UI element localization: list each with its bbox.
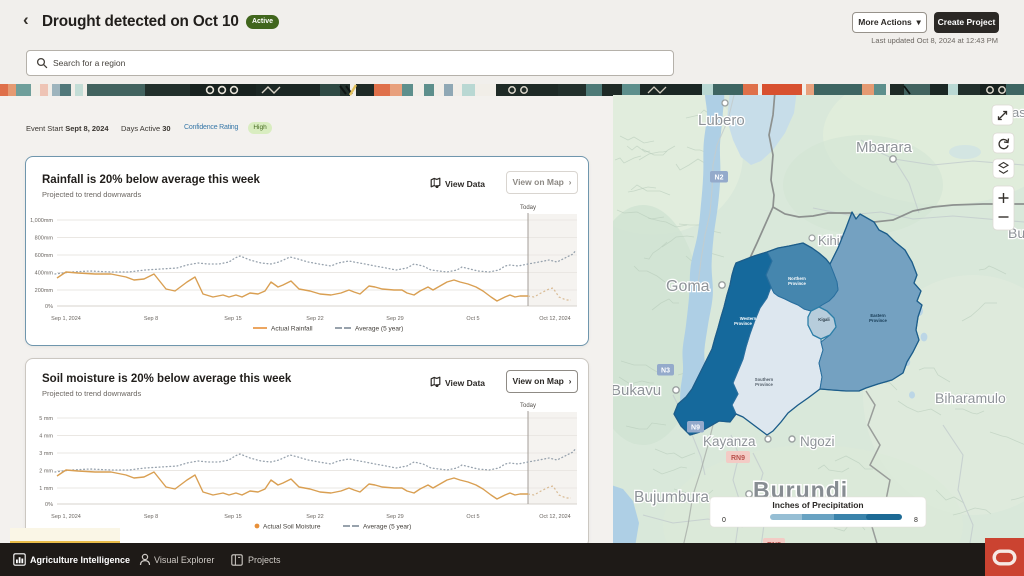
svg-text:1,000mm: 1,000mm [30,218,53,224]
svg-text:Biharamulo: Biharamulo [935,390,1006,406]
svg-text:600mm: 600mm [35,253,54,259]
svg-text:Bujumbura: Bujumbura [634,489,709,506]
svg-text:Average (5 year): Average (5 year) [363,524,411,531]
svg-text:N2: N2 [715,175,724,182]
svg-text:as: as [1012,105,1024,120]
svg-text:NorthernProvince: NorthernProvince [788,276,806,286]
svg-text:Sep 8: Sep 8 [144,316,158,322]
svg-text:0: 0 [722,517,726,524]
svg-text:Inches of Precipitation: Inches of Precipitation [772,500,863,510]
svg-text:Sep 29: Sep 29 [386,316,403,322]
svg-text:800mm: 800mm [35,236,54,242]
svg-text:0%: 0% [45,502,53,508]
svg-text:EasternProvince: EasternProvince [869,313,887,323]
svg-text:Today: Today [520,205,536,211]
svg-text:Oct 5: Oct 5 [466,316,479,322]
svg-text:Actual Soil Moisture: Actual Soil Moisture [263,524,321,531]
svg-text:RN9: RN9 [731,455,745,462]
svg-text:400mm: 400mm [35,271,54,277]
svg-text:Oct 12, 2024: Oct 12, 2024 [539,316,571,322]
svg-text:2 mm: 2 mm [39,469,53,475]
svg-text:Kayanza: Kayanza [703,434,756,449]
svg-text:3 mm: 3 mm [39,451,53,457]
svg-text:Sep 1, 2024: Sep 1, 2024 [51,316,81,322]
svg-text:Today: Today [520,403,536,409]
svg-text:Oct 12, 2024: Oct 12, 2024 [539,514,571,520]
svg-text:Goma: Goma [666,278,710,295]
svg-text:N3: N3 [661,368,670,375]
svg-text:4 mm: 4 mm [39,434,53,440]
svg-text:Average (5 year): Average (5 year) [355,326,403,333]
svg-text:200mm: 200mm [35,288,54,294]
svg-text:Lubero: Lubero [698,112,745,129]
svg-text:Sep 22: Sep 22 [306,514,323,520]
svg-text:N9: N9 [691,425,700,432]
svg-text:SouthernProvince: SouthernProvince [755,377,774,387]
svg-text:Actual Rainfall: Actual Rainfall [271,326,313,333]
svg-text:Sep 15: Sep 15 [224,514,241,520]
svg-text:Mbarara: Mbarara [856,139,913,156]
svg-text:Sep 22: Sep 22 [306,316,323,322]
svg-text:5 mm: 5 mm [39,416,53,422]
svg-text:1 mm: 1 mm [39,486,53,492]
svg-text:0%: 0% [45,304,53,310]
svg-text:Bukavu: Bukavu [613,382,661,399]
svg-text:Ngozi: Ngozi [800,434,835,449]
svg-text:Sep 8: Sep 8 [144,514,158,520]
svg-text:Sep 1, 2024: Sep 1, 2024 [51,514,81,520]
svg-text:Oct 5: Oct 5 [466,514,479,520]
svg-text:8: 8 [914,517,918,524]
svg-text:Kigali: Kigali [818,317,829,322]
svg-text:Sep 15: Sep 15 [224,316,241,322]
svg-text:Sep 29: Sep 29 [386,514,403,520]
